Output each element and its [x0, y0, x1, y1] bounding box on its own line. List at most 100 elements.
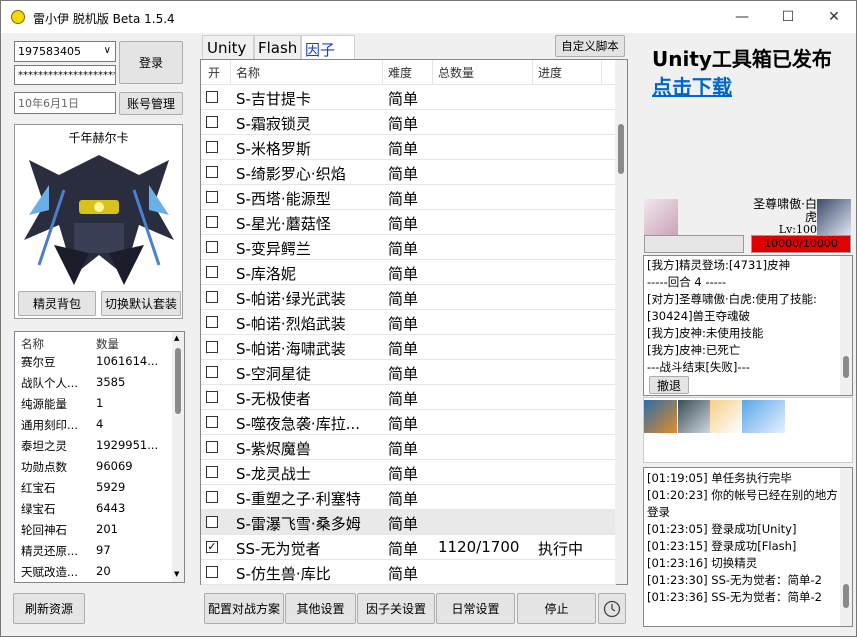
- task-name: S-紫烬魔兽: [236, 440, 311, 458]
- task-enable-checkbox[interactable]: [206, 291, 218, 303]
- task-difficulty: 简单: [388, 415, 419, 433]
- task-enable-checkbox[interactable]: [206, 191, 218, 203]
- inventory-row[interactable]: 泰坦之灵 1929951...: [15, 437, 172, 454]
- inventory-row[interactable]: 纯源能量 1: [15, 395, 172, 412]
- inventory-row[interactable]: 红宝石 5929: [15, 479, 172, 496]
- header-name: 名称: [236, 66, 261, 80]
- close-icon[interactable]: ✕: [811, 1, 856, 33]
- account-select[interactable]: 197583405 ∨: [14, 41, 116, 62]
- task-enable-checkbox[interactable]: [206, 341, 218, 353]
- my-hp-bar: [644, 235, 744, 253]
- tab-flash[interactable]: Flash: [254, 35, 301, 59]
- inventory-row[interactable]: 精灵还原... 97: [15, 542, 172, 559]
- download-link[interactable]: 点击下载: [652, 71, 732, 100]
- task-enable-checkbox[interactable]: [206, 566, 218, 578]
- task-enable-checkbox[interactable]: [206, 391, 218, 403]
- task-row[interactable]: S-无极使者 简单: [201, 385, 616, 410]
- task-row[interactable]: S-紫烬魔兽 简单: [201, 435, 616, 460]
- task-enable-checkbox[interactable]: ✓: [206, 541, 218, 553]
- task-enable-checkbox[interactable]: [206, 491, 218, 503]
- task-enable-checkbox[interactable]: [206, 516, 218, 528]
- inventory-row[interactable]: 绿宝石 6443: [15, 500, 172, 517]
- battle-log-line: [我方]精灵登场:[4731]皮神: [647, 258, 791, 272]
- scroll-up-icon[interactable]: ▲: [174, 334, 179, 342]
- system-log-scroll-thumb[interactable]: [843, 584, 849, 608]
- task-row[interactable]: S-霜寂锁灵 简单: [201, 110, 616, 135]
- inventory-row[interactable]: 赛尔豆 1061614...: [15, 353, 172, 370]
- task-row[interactable]: S-星光·蘑菇怪 简单: [201, 210, 616, 235]
- password-field[interactable]: ****************************: [14, 65, 116, 85]
- task-row[interactable]: S-龙灵战士 简单: [201, 460, 616, 485]
- task-enable-checkbox[interactable]: [206, 441, 218, 453]
- task-enable-checkbox[interactable]: [206, 466, 218, 478]
- factor-settings-button[interactable]: 因子关设置: [357, 593, 435, 624]
- account-manage-button[interactable]: 账号管理: [119, 92, 183, 115]
- task-difficulty: 简单: [388, 90, 419, 108]
- task-row[interactable]: S-西塔·能源型 简单: [201, 185, 616, 210]
- tab-factor[interactable]: 因子: [301, 35, 355, 61]
- team-pet-avatar[interactable]: [644, 400, 677, 433]
- task-row[interactable]: S-空洞星徒 简单: [201, 360, 616, 385]
- date-field[interactable]: 10年6月1日: [14, 92, 116, 114]
- battle-plan-button[interactable]: 配置对战方案: [204, 593, 284, 624]
- stop-button[interactable]: 停止: [517, 593, 596, 624]
- task-row[interactable]: S-噬夜急袭·库拉... 简单: [201, 410, 616, 435]
- inventory-row[interactable]: 战队个人... 3585: [15, 374, 172, 391]
- task-row[interactable]: S-仿生兽·库比 简单: [201, 560, 616, 585]
- task-row[interactable]: S-绮影罗心·织焰 简单: [201, 160, 616, 185]
- task-row[interactable]: S-帕诺·绿光武装 简单: [201, 285, 616, 310]
- system-log-line: [01:20:23] 你的帐号已经在别的地方: [647, 488, 838, 502]
- custom-script-button[interactable]: 自定义脚本: [555, 35, 625, 57]
- task-row[interactable]: S-帕诺·烈焰武装 简单: [201, 310, 616, 335]
- inventory-header-count: 数量: [96, 337, 119, 351]
- task-row[interactable]: S-变异鳄兰 简单: [201, 235, 616, 260]
- task-scroll-thumb[interactable]: [618, 124, 624, 174]
- system-log-scrollbar[interactable]: [840, 468, 852, 626]
- task-row[interactable]: S-库洛妮 简单: [201, 260, 616, 285]
- task-name: S-霜寂锁灵: [236, 115, 311, 133]
- inventory-row[interactable]: 通用刻印... 4: [15, 416, 172, 433]
- task-row[interactable]: S-吉甘提卡 简单: [201, 85, 616, 110]
- minimize-icon[interactable]: —: [719, 1, 765, 33]
- timer-button[interactable]: [598, 593, 626, 624]
- battle-log-scrollbar[interactable]: [840, 256, 852, 395]
- login-button[interactable]: 登录: [119, 41, 183, 84]
- task-row[interactable]: S-米格罗斯 简单: [201, 135, 616, 160]
- inventory-scroll-thumb[interactable]: [175, 348, 181, 414]
- inventory-row[interactable]: 轮回神石 201: [15, 521, 172, 538]
- refresh-resources-button[interactable]: 刷新资源: [13, 593, 85, 624]
- task-row[interactable]: S-重塑之子·利塞特 简单: [201, 485, 616, 510]
- task-row[interactable]: S-帕诺·海啸武装 简单: [201, 335, 616, 360]
- pet-name: 千年赫尔卡: [68, 131, 129, 145]
- task-scrollbar[interactable]: [615, 60, 627, 584]
- inventory-row[interactable]: 功勋点数 96069: [15, 458, 172, 475]
- title-bar: 雷小伊 脱机版 Beta 1.5.4 — ☐ ✕: [1, 1, 856, 33]
- tab-unity[interactable]: Unity: [202, 35, 254, 59]
- task-enable-checkbox[interactable]: [206, 166, 218, 178]
- team-pet-avatar[interactable]: [710, 400, 742, 433]
- task-row[interactable]: ✓ SS-无为觉者 简单 1120/1700 执行中: [201, 535, 616, 560]
- account-value: 197583405: [18, 45, 81, 58]
- task-enable-checkbox[interactable]: [206, 241, 218, 253]
- switch-suit-button[interactable]: 切换默认套装: [101, 291, 181, 316]
- task-enable-checkbox[interactable]: [206, 141, 218, 153]
- maximize-icon[interactable]: ☐: [765, 1, 811, 33]
- retreat-button[interactable]: 撤退: [649, 376, 689, 394]
- battle-log-scroll-thumb[interactable]: [843, 356, 849, 378]
- inventory-scrollbar[interactable]: ▲ ▼: [172, 332, 184, 582]
- task-row[interactable]: S-雷瀑飞雪·桑多姆 简单: [201, 510, 616, 535]
- task-enable-checkbox[interactable]: [206, 416, 218, 428]
- daily-settings-button[interactable]: 日常设置: [436, 593, 515, 624]
- inventory-row[interactable]: 天赋改造... 20: [15, 563, 172, 580]
- task-enable-checkbox[interactable]: [206, 316, 218, 328]
- task-enable-checkbox[interactable]: [206, 116, 218, 128]
- other-settings-button[interactable]: 其他设置: [285, 593, 356, 624]
- task-enable-checkbox[interactable]: [206, 366, 218, 378]
- task-enable-checkbox[interactable]: [206, 266, 218, 278]
- task-enable-checkbox[interactable]: [206, 91, 218, 103]
- scroll-down-icon[interactable]: ▼: [174, 570, 179, 578]
- task-enable-checkbox[interactable]: [206, 216, 218, 228]
- team-pet-avatar[interactable]: [742, 400, 785, 433]
- pet-bag-button[interactable]: 精灵背包: [18, 291, 96, 316]
- team-pet-avatar[interactable]: [678, 400, 710, 433]
